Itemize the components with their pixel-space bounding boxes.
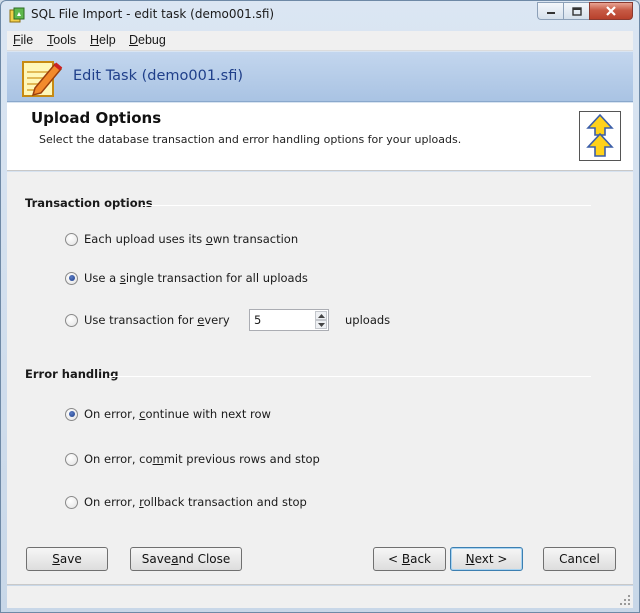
wizard-header: Upload Options Select the database trans… <box>7 103 633 171</box>
next-accel: N <box>465 552 475 566</box>
caption-buttons <box>537 2 633 20</box>
save-accel: S <box>52 552 60 566</box>
menu-debug-label: ebug <box>138 33 166 47</box>
radio-button-selected[interactable] <box>65 407 78 421</box>
menu-tools[interactable]: Tools <box>47 33 76 47</box>
label-text: Use transaction for <box>84 313 198 327</box>
menu-file[interactable]: File <box>13 33 33 47</box>
label-text: On error, <box>84 495 140 509</box>
banner-title: Edit Task (demo001.sfi) <box>73 68 243 84</box>
minimize-icon <box>546 12 555 14</box>
label-text: mit previous rows and stop <box>163 452 320 466</box>
notepad-pencil-icon <box>22 61 63 97</box>
radio-button[interactable] <box>65 495 78 509</box>
label-text: Each upload uses its <box>84 232 206 246</box>
save-and-close-button[interactable]: Save a nd Close <box>130 547 242 571</box>
transaction-divider <box>141 205 591 206</box>
radio-continue-label: On error, continue with next row <box>84 407 271 421</box>
radio-rollback-and-stop[interactable]: On error, rollback transaction and stop <box>65 495 307 509</box>
page-subtitle: Select the database transaction and erro… <box>39 133 462 146</box>
label-text: wn transaction <box>212 232 299 246</box>
resize-grip-icon[interactable] <box>619 594 631 606</box>
back-label: < <box>387 552 402 566</box>
radio-button-selected[interactable] <box>65 271 78 285</box>
window-title: SQL File Import - edit task (demo001.sfi… <box>31 7 275 21</box>
menu-file-accel: F <box>13 33 21 47</box>
chevron-down-icon <box>317 322 325 327</box>
radio-commit-label: On error, commit previous rows and stop <box>84 452 320 466</box>
back-label: ack <box>410 552 431 566</box>
label-text: ingle transaction for all uploads <box>125 271 308 285</box>
task-banner: Edit Task (demo001.sfi) <box>7 52 633 102</box>
back-accel: B <box>401 552 411 566</box>
cancel-button[interactable]: Cancel <box>543 547 616 571</box>
save-label: ave <box>59 552 82 566</box>
radio-own-transaction[interactable]: Each upload uses its own transaction <box>65 232 298 246</box>
radio-continue-next-row[interactable]: On error, continue with next row <box>65 407 271 421</box>
upload-arrows-icon <box>579 111 621 161</box>
save-close-label: nd Close <box>178 552 231 566</box>
stepper-down-button[interactable] <box>315 320 327 329</box>
label-text: On error, <box>84 407 140 421</box>
radio-own-transaction-label: Each upload uses its own transaction <box>84 232 298 246</box>
label-text: ollback transaction and stop <box>143 495 307 509</box>
maximize-button[interactable] <box>563 2 589 20</box>
error-group-label: Error handling <box>25 367 119 381</box>
minimize-button[interactable] <box>537 2 563 20</box>
radio-every-n-label: Use transaction for every <box>84 313 230 327</box>
stepper-buttons <box>315 311 327 329</box>
uploads-count-value[interactable]: 5 <box>254 313 261 327</box>
menu-help[interactable]: Help <box>90 33 116 47</box>
menu-help-label: elp <box>99 33 116 47</box>
cancel-label: Cancel <box>559 552 600 566</box>
radio-single-transaction[interactable]: Use a single transaction for all uploads <box>65 271 308 285</box>
radio-button[interactable] <box>65 232 78 246</box>
options-panel: Transaction options Each upload uses its… <box>7 172 633 585</box>
title-bar[interactable]: SQL File Import - edit task (demo001.sfi… <box>1 1 639 29</box>
menu-help-accel: H <box>90 33 100 47</box>
status-bar <box>7 586 633 608</box>
radio-rollback-label: On error, rollback transaction and stop <box>84 495 307 509</box>
close-button[interactable] <box>589 2 633 20</box>
label-text: Use a <box>84 271 120 285</box>
menu-tools-label: ools <box>53 33 77 47</box>
label-accel: o <box>205 232 213 246</box>
label-text: On error, co <box>84 452 153 466</box>
menu-debug-accel: D <box>129 33 139 47</box>
label-accel: m <box>152 452 164 466</box>
radio-commit-and-stop[interactable]: On error, commit previous rows and stop <box>65 452 320 466</box>
label-text: ontinue with next row <box>145 407 271 421</box>
radio-button[interactable] <box>65 313 78 327</box>
save-close-label: Save <box>141 552 172 566</box>
back-button[interactable]: < Back <box>373 547 446 571</box>
menu-bar: File Tools Help Debug <box>7 31 633 51</box>
radio-single-transaction-label: Use a single transaction for all uploads <box>84 271 308 285</box>
app-window: SQL File Import - edit task (demo001.sfi… <box>0 0 640 613</box>
app-icon <box>9 7 25 23</box>
error-divider <box>109 376 591 377</box>
next-label: ext > <box>474 552 508 566</box>
menu-file-label: ile <box>20 33 34 47</box>
uploads-count-stepper[interactable]: 5 <box>249 309 329 331</box>
stepper-up-button[interactable] <box>315 311 327 320</box>
next-button[interactable]: Next > <box>450 547 523 571</box>
menu-debug[interactable]: Debug <box>129 33 166 47</box>
label-text: very <box>204 313 230 327</box>
transaction-group-label: Transaction options <box>25 196 153 210</box>
radio-every-n-transaction[interactable]: Use transaction for every <box>65 313 230 327</box>
chevron-up-icon <box>317 313 325 318</box>
close-icon <box>606 6 616 16</box>
uploads-unit-label: uploads <box>345 313 391 327</box>
radio-button[interactable] <box>65 452 78 466</box>
save-close-accel: a <box>171 552 179 566</box>
page-title: Upload Options <box>31 109 162 127</box>
save-button[interactable]: Save <box>26 547 108 571</box>
maximize-icon <box>571 6 582 16</box>
